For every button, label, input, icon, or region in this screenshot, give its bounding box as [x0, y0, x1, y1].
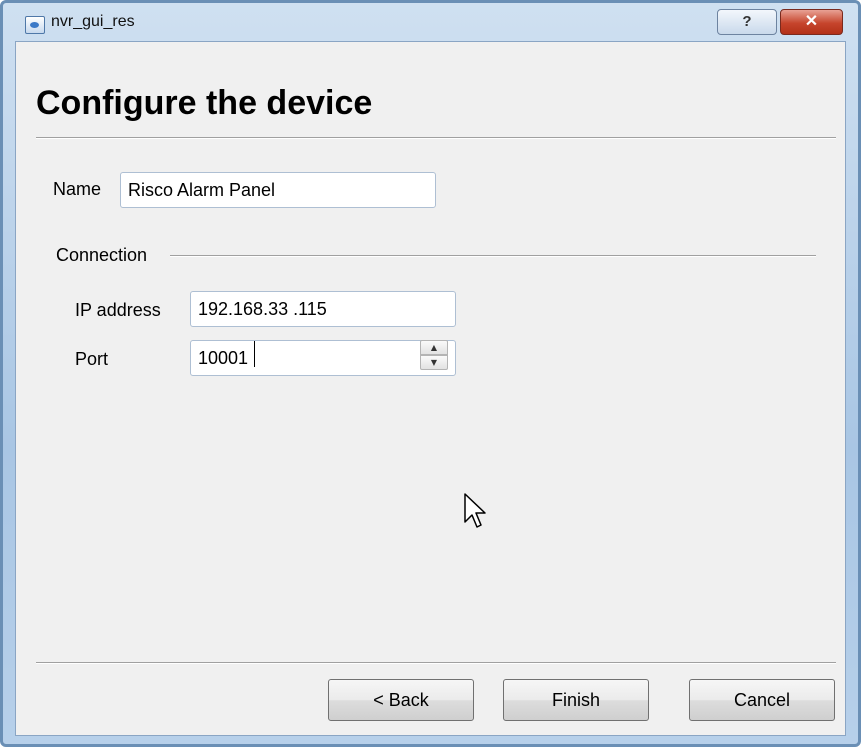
close-button[interactable]: ✕: [780, 9, 843, 35]
dialog-client-area: Configure the device Name Risco Alarm Pa…: [15, 41, 846, 736]
port-label: Port: [75, 349, 109, 369]
cancel-button[interactable]: Cancel: [689, 679, 835, 721]
spin-down-icon[interactable]: ▼: [420, 355, 448, 370]
port-value: 10001: [198, 348, 249, 368]
back-button[interactable]: < Back: [328, 679, 474, 721]
mouse-pointer-icon: [464, 493, 486, 528]
window-title: nvr_gui_res: [51, 13, 135, 30]
port-spinner[interactable]: ▲ ▼: [420, 340, 448, 370]
port-input[interactable]: 10001: [190, 340, 456, 376]
ip-address-label: IP address: [75, 300, 161, 320]
spin-up-icon[interactable]: ▲: [420, 340, 448, 355]
footer-divider: [36, 662, 836, 664]
connection-group-label: Connection: [56, 245, 148, 265]
dialog-window: nvr_gui_res ? ✕ Configure the device Nam…: [0, 0, 861, 747]
page-title: Configure the device: [36, 84, 373, 122]
name-label: Name: [53, 179, 102, 199]
title-divider: [36, 137, 836, 139]
name-input[interactable]: Risco Alarm Panel: [120, 172, 436, 208]
app-window-icon: [25, 16, 45, 34]
ip-address-input[interactable]: 192.168.33 .115: [190, 291, 456, 327]
connection-group-divider: [170, 255, 816, 257]
finish-button[interactable]: Finish: [503, 679, 649, 721]
title-bar[interactable]: nvr_gui_res ? ✕: [3, 3, 858, 41]
help-button[interactable]: ?: [717, 9, 777, 35]
text-caret: [254, 341, 255, 367]
